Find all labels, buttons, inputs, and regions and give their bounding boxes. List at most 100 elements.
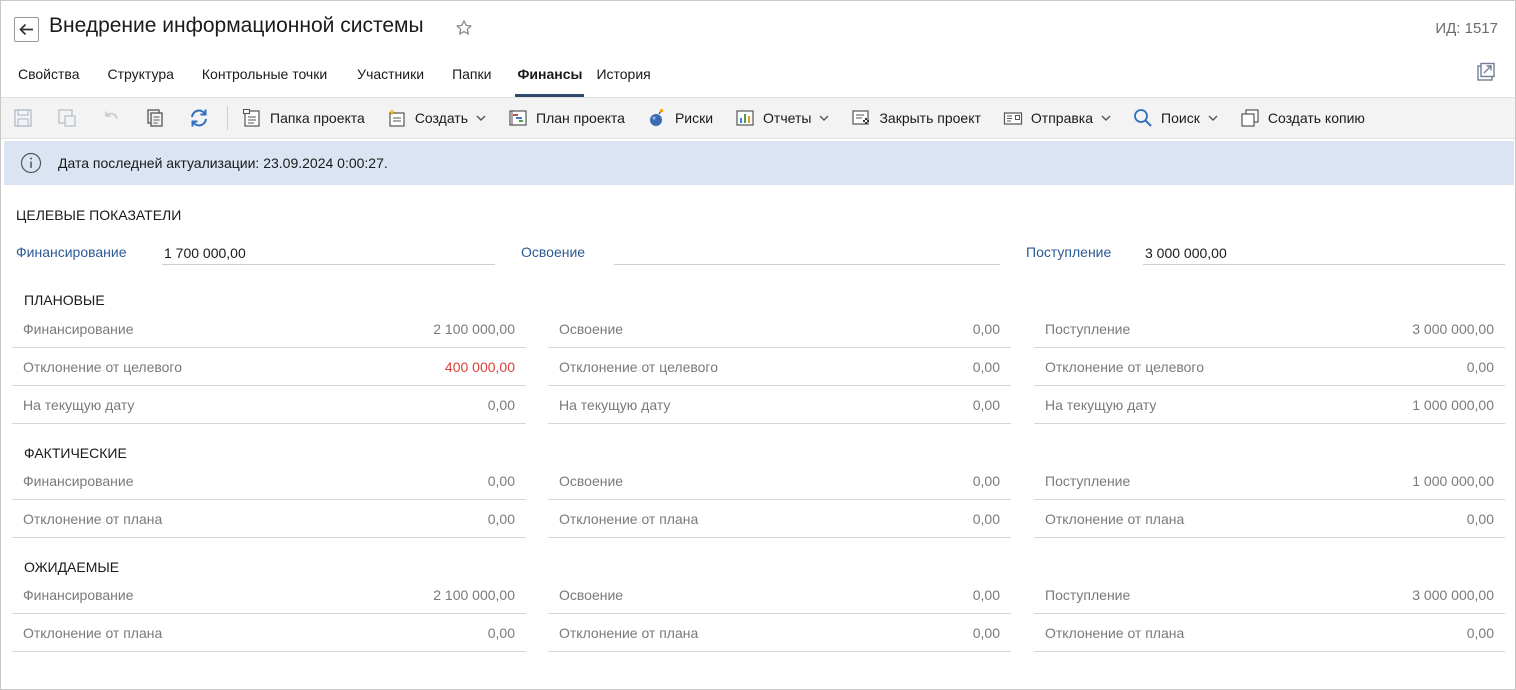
row-value: 0,00 bbox=[973, 511, 1000, 527]
row-value: 0,00 bbox=[488, 625, 515, 641]
expected-development-deviation-row: Отклонение от плана0,00 bbox=[548, 614, 1011, 652]
create-button[interactable]: Создать bbox=[387, 108, 486, 128]
row-label: Отклонение от плана bbox=[1045, 511, 1184, 527]
row-value: 3 000 000,00 bbox=[1412, 321, 1494, 337]
expected-income-row: Поступление 3 000 000,00 bbox=[1034, 576, 1505, 614]
send-button[interactable]: Отправка bbox=[1003, 108, 1111, 128]
tab-finances[interactable]: Финансы bbox=[515, 56, 584, 98]
row-value: 2 100 000,00 bbox=[433, 321, 515, 337]
project-plan-label: План проекта bbox=[536, 110, 625, 126]
row-value: 0,00 bbox=[488, 397, 515, 413]
tab-folders[interactable]: Папки bbox=[438, 56, 505, 98]
tab-bar: Свойства Структура Контрольные точки Уча… bbox=[4, 56, 665, 98]
tab-properties[interactable]: Свойства bbox=[4, 56, 93, 98]
expected-financing-deviation-row: Отклонение от плана0,00 bbox=[12, 614, 526, 652]
planned-development-current-row: На текущую дату0,00 bbox=[548, 386, 1011, 424]
row-label: Отклонение от плана bbox=[23, 511, 162, 527]
actual-income-row: Поступление1 000 000,00 bbox=[1034, 462, 1505, 500]
row-label: На текущую дату bbox=[23, 397, 134, 413]
row-label: Поступление bbox=[1045, 321, 1130, 337]
row-label: Финансирование bbox=[23, 321, 134, 337]
actual-financing-row: Финансирование 0,00 bbox=[12, 462, 526, 500]
undo-icon[interactable] bbox=[99, 106, 123, 130]
risks-label: Риски bbox=[675, 110, 713, 126]
search-button[interactable]: Поиск bbox=[1133, 108, 1218, 128]
row-value: 0,00 bbox=[973, 587, 1000, 603]
save-icon[interactable] bbox=[11, 106, 35, 130]
tab-history[interactable]: История bbox=[594, 56, 664, 98]
refresh-icon[interactable] bbox=[187, 106, 211, 130]
target-financing-label: Финансирование bbox=[16, 244, 127, 260]
chevron-down-icon bbox=[476, 115, 486, 121]
row-label: Освоение bbox=[559, 321, 623, 337]
gantt-icon bbox=[508, 108, 528, 128]
planned-development-row: Освоение0,00 bbox=[548, 310, 1011, 348]
page-title: Внедрение информационной системы bbox=[49, 14, 424, 38]
row-value: 0,00 bbox=[488, 473, 515, 489]
project-plan-button[interactable]: План проекта bbox=[508, 108, 625, 128]
expected-financing-row: Финансирование 2 100 000,00 bbox=[12, 576, 526, 614]
row-label: На текущую дату bbox=[1045, 397, 1156, 413]
tab-structure[interactable]: Структура bbox=[93, 56, 187, 98]
target-development-input[interactable] bbox=[614, 243, 1000, 265]
row-value: 3 000 000,00 bbox=[1412, 587, 1494, 603]
actual-development-deviation-row: Отклонение от плана0,00 bbox=[548, 500, 1011, 538]
row-label: Поступление bbox=[1045, 587, 1130, 603]
planned-income-row: Поступление 3 000 000,00 bbox=[1034, 310, 1505, 348]
target-income-label: Поступление bbox=[1026, 244, 1111, 260]
row-label: Отклонение от плана bbox=[1045, 625, 1184, 641]
row-label: Отклонение от целевого bbox=[559, 359, 718, 375]
target-income-input[interactable]: 3 000 000,00 bbox=[1143, 243, 1505, 265]
planned-income-current-row: На текущую дату1 000 000,00 bbox=[1034, 386, 1505, 424]
chevron-down-icon bbox=[819, 115, 829, 121]
record-id: ИД: 1517 bbox=[1435, 20, 1498, 37]
row-value: 2 100 000,00 bbox=[433, 587, 515, 603]
chevron-down-icon bbox=[1208, 115, 1218, 121]
folder-icon bbox=[242, 108, 262, 128]
chevron-down-icon bbox=[1101, 115, 1111, 121]
tab-milestones[interactable]: Контрольные точки bbox=[188, 56, 343, 98]
create-copy-button[interactable]: Создать копию bbox=[1240, 108, 1365, 128]
planned-financing-deviation-row: Отклонение от целевого400 000,00 bbox=[12, 348, 526, 386]
bomb-icon bbox=[647, 108, 667, 128]
row-label: Финансирование bbox=[23, 473, 134, 489]
open-external-icon[interactable] bbox=[1476, 62, 1496, 82]
reports-label: Отчеты bbox=[763, 110, 811, 126]
row-value: 0,00 bbox=[973, 359, 1000, 375]
favorite-star-icon[interactable] bbox=[455, 19, 473, 42]
row-value: 0,00 bbox=[973, 473, 1000, 489]
project-folder-label: Папка проекта bbox=[270, 110, 365, 126]
copy-icon bbox=[1240, 108, 1260, 128]
actual-development-row: Освоение 0,00 bbox=[548, 462, 1011, 500]
planned-financing-row: Финансирование 2 100 000,00 bbox=[12, 310, 526, 348]
tab-participants[interactable]: Участники bbox=[343, 56, 438, 98]
save-and-close-icon[interactable] bbox=[55, 106, 79, 130]
row-label: Отклонение от плана bbox=[559, 625, 698, 641]
copy-document-icon[interactable] bbox=[143, 106, 167, 130]
target-development-label: Освоение bbox=[521, 244, 585, 260]
chart-icon bbox=[735, 108, 755, 128]
planned-heading: ПЛАНОВЫЕ bbox=[24, 292, 105, 308]
toolbar: Папка проекта Создать План проекта Риски… bbox=[1, 97, 1515, 139]
row-label: На текущую дату bbox=[559, 397, 670, 413]
target-financing-input[interactable]: 1 700 000,00 bbox=[162, 243, 495, 265]
create-copy-label: Создать копию bbox=[1268, 110, 1365, 126]
reports-button[interactable]: Отчеты bbox=[735, 108, 829, 128]
close-project-label: Закрыть проект bbox=[879, 110, 980, 126]
row-value: 0,00 bbox=[1467, 511, 1494, 527]
expected-heading: ОЖИДАЕМЫЕ bbox=[24, 559, 119, 575]
search-icon bbox=[1133, 108, 1153, 128]
project-folder-button[interactable]: Папка проекта bbox=[242, 108, 365, 128]
actual-income-deviation-row: Отклонение от плана 0,00 bbox=[1034, 500, 1505, 538]
planned-financing-current-row: На текущую дату 0,00 bbox=[12, 386, 526, 424]
row-label: Отклонение от целевого bbox=[1045, 359, 1204, 375]
envelope-icon bbox=[1003, 108, 1023, 128]
row-value: 0,00 bbox=[488, 511, 515, 527]
create-icon bbox=[387, 108, 407, 128]
back-button[interactable] bbox=[14, 17, 39, 42]
close-project-button[interactable]: Закрыть проект bbox=[851, 108, 980, 128]
risks-button[interactable]: Риски bbox=[647, 108, 713, 128]
row-value: 1 000 000,00 bbox=[1412, 473, 1494, 489]
row-label: Финансирование bbox=[23, 587, 134, 603]
row-label: Освоение bbox=[559, 473, 623, 489]
